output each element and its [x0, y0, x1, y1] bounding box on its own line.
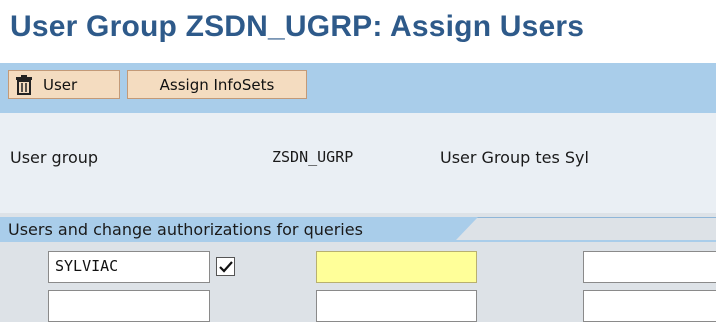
delete-user-button[interactable]: User: [8, 70, 120, 99]
change-auth-checkbox-row1[interactable]: [216, 257, 235, 276]
section-tabbar: Users and change authorizations for quer…: [0, 217, 716, 242]
input-field-row1-col3[interactable]: [583, 251, 716, 283]
tab-users-authorizations[interactable]: Users and change authorizations for quer…: [0, 217, 478, 242]
checkmark-icon: [218, 260, 233, 273]
assign-infosets-label: Assign InfoSets: [159, 75, 275, 94]
user-field-row1[interactable]: SYLVIAC: [48, 251, 210, 283]
assign-infosets-button[interactable]: Assign InfoSets: [127, 70, 307, 99]
input-field-row2-col3[interactable]: [583, 290, 716, 322]
input-field-row2-col2[interactable]: [316, 290, 477, 322]
header-area: User group ZSDN_UGRP User Group tes Syl: [0, 113, 716, 213]
users-section: Users and change authorizations for quer…: [0, 213, 716, 322]
application-toolbar: User Assign InfoSets: [0, 63, 716, 113]
input-field-row1-col2[interactable]: [316, 251, 477, 283]
tab-bottom-line: [0, 240, 716, 242]
trash-icon: [9, 74, 39, 95]
delete-user-button-label: User: [43, 75, 78, 94]
user-group-value: ZSDN_UGRP: [272, 148, 354, 166]
user-group-label: User group: [10, 148, 99, 167]
tab-title: Users and change authorizations for quer…: [8, 220, 363, 239]
user-field-row2[interactable]: [48, 290, 210, 322]
page-title: User Group ZSDN_UGRP: Assign Users: [10, 10, 585, 43]
user-group-description: User Group tes Syl: [440, 148, 589, 167]
